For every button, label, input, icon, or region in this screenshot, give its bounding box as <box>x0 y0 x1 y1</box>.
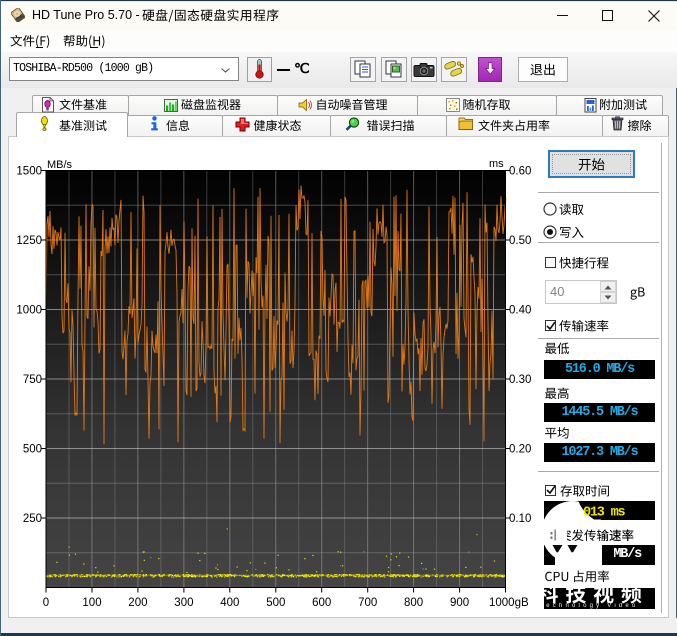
svg-text:013 ms: 013 ms <box>583 506 626 521</box>
